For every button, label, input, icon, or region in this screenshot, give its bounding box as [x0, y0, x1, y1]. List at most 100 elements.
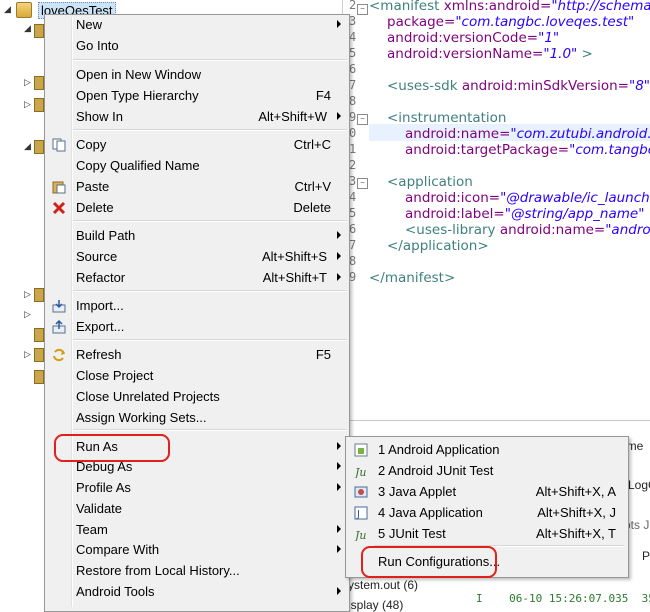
code-line: android:label="@string/app_name" >: [405, 206, 650, 222]
menu-item-copy-qualified-name[interactable]: Copy Qualified Name: [46, 156, 347, 176]
tree-arrow-icon[interactable]: ▷: [24, 78, 32, 87]
tree-arrow-icon[interactable]: ◢: [24, 24, 32, 33]
menu-separator: [73, 290, 347, 292]
tree-arrow-icon[interactable]: ▷: [24, 100, 32, 109]
xml-editor[interactable]: 2 3 4 5 6 7 8 9 0 1 2 3 4 5 6 7 8 9 − <manifest xmlns:and…: [342, 0, 650, 420]
menu-item-close-project[interactable]: Close Project: [46, 366, 347, 386]
menu-item-show-in[interactable]: Show In Alt+Shift+W: [46, 107, 347, 127]
junit-icon: Ju: [353, 464, 368, 479]
code-line: android:versionName="1.0" >: [387, 46, 593, 62]
column-header: P: [642, 549, 650, 563]
submenu-item-label: 4 Java Application: [378, 505, 483, 520]
menu-item-shortcut: Ctrl+C: [293, 137, 331, 152]
run-as-annotation: [54, 434, 170, 462]
code-line: android:versionCode="1": [387, 30, 560, 46]
tab-logcat[interactable]: LogC: [628, 478, 650, 492]
line-number: 8: [349, 94, 357, 108]
menu-item-label: Assign Working Sets...: [76, 410, 207, 425]
menu-item-team[interactable]: Team: [46, 520, 347, 540]
fold-icon[interactable]: −: [357, 114, 368, 125]
submenu-arrow-icon: [337, 442, 341, 450]
code-line: <instrumentation: [387, 110, 507, 126]
line-number: 6: [349, 62, 357, 76]
submenu-arrow-icon: [337, 483, 341, 491]
submenu-arrow-icon: [337, 587, 341, 595]
menu-item-profile-as[interactable]: Profile As: [46, 478, 347, 498]
menu-item-label: Open in New Window: [76, 67, 201, 82]
copy-icon: [52, 138, 66, 152]
tree-arrow-icon[interactable]: ▷: [24, 290, 32, 299]
menu-item-build-path[interactable]: Build Path: [46, 226, 347, 246]
menu-item-copy[interactable]: Copy Ctrl+C: [46, 135, 347, 155]
line-number: 5: [349, 46, 357, 60]
menu-item-open-type-hierarchy[interactable]: Open Type Hierarchy F4: [46, 86, 347, 106]
menu-item-export[interactable]: Export...: [46, 317, 347, 337]
line-number: 9: [349, 110, 357, 124]
submenu-item-shortcut: Alt+Shift+X, A: [535, 484, 616, 499]
menu-item-paste[interactable]: Paste Ctrl+V: [46, 177, 347, 197]
code-line: <uses-library android:name="androi: [405, 222, 650, 238]
line-number: 7: [349, 238, 357, 252]
tree-arrow-icon[interactable]: ◢: [24, 142, 32, 151]
collapse-arrow-icon[interactable]: ◢: [4, 4, 11, 15]
menu-item-refresh[interactable]: Refresh F5: [46, 345, 347, 365]
submenu-item-5-junit-test[interactable]: Ju 5 JUnit Test Alt+Shift+X, T: [348, 524, 624, 544]
package-icon: [34, 370, 44, 384]
line-number: 8: [349, 254, 357, 268]
code-line: android:name="com.zutubi.android.j: [405, 126, 650, 142]
menu-item-refactor[interactable]: Refactor Alt+Shift+T: [46, 268, 347, 288]
submenu-item-2-android-junit-test[interactable]: Ju 2 Android JUnit Test: [348, 461, 624, 481]
submenu-item-4-java-application[interactable]: J 4 Java Application Alt+Shift+X, J: [348, 503, 624, 523]
menu-item-go-into[interactable]: Go Into: [46, 36, 347, 56]
menu-separator: [73, 129, 347, 131]
menu-item-shortcut: Ctrl+V: [294, 179, 331, 194]
logcat-row: I 06-10 15:26:07.035 356: [476, 592, 650, 605]
submenu-arrow-icon: [337, 20, 341, 28]
menu-item-close-unrelated-projects[interactable]: Close Unrelated Projects: [46, 387, 347, 407]
context-menu: New Go Into Open in New Window Open Type Hi…: [44, 14, 350, 612]
menu-item-label: Paste: [76, 179, 110, 194]
menu-item-import[interactable]: Import...: [46, 296, 347, 316]
menu-item-label: Import...: [76, 298, 124, 313]
menu-item-shortcut: Delete: [293, 200, 331, 215]
menu-item-compare-with[interactable]: Compare With: [46, 540, 347, 560]
menu-item-shortcut: Alt+Shift+S: [261, 249, 327, 264]
submenu-item-3-java-applet[interactable]: 3 Java Applet Alt+Shift+X, A: [348, 482, 624, 502]
tree-arrow-icon[interactable]: ▷: [24, 350, 32, 359]
submenu-arrow-icon: [337, 231, 341, 239]
menu-item-restore-from-local-history[interactable]: Restore from Local History...: [46, 561, 347, 581]
line-number: 7: [349, 78, 357, 92]
submenu-item-1-android-application[interactable]: 1 Android Application: [348, 440, 624, 460]
menu-item-android-tools[interactable]: Android Tools: [46, 582, 347, 602]
menu-item-delete[interactable]: Delete Delete: [46, 198, 347, 218]
filter-system-out[interactable]: ystem.out (6): [348, 578, 418, 592]
tree-arrow-icon[interactable]: ▷: [24, 310, 32, 319]
line-number: 2: [349, 0, 357, 12]
menu-item-label: Copy Qualified Name: [76, 158, 200, 173]
fold-icon[interactable]: −: [357, 4, 368, 15]
code-line: android:targetPackage="com.tangbc: [405, 142, 650, 158]
code-line: <uses-sdk android:minSdkVersion="8": [387, 78, 650, 94]
delete-icon: [52, 201, 66, 215]
menu-item-label: Refresh: [76, 347, 122, 362]
menu-item-label: Show In: [76, 109, 123, 124]
applet-icon: [354, 485, 368, 499]
menu-item-assign-working-sets[interactable]: Assign Working Sets...: [46, 408, 347, 428]
menu-item-label: Build Path: [76, 228, 136, 243]
line-number: 0: [349, 126, 357, 140]
code-line: </manifest>: [369, 270, 456, 286]
menu-item-source[interactable]: Source Alt+Shift+S: [46, 247, 347, 267]
code-line: <application: [387, 174, 473, 190]
menu-item-label: Delete: [76, 200, 114, 215]
line-number: 5: [349, 206, 357, 220]
menu-item-validate[interactable]: Validate: [46, 499, 347, 519]
android-app-icon: [354, 443, 368, 457]
fold-icon[interactable]: −: [357, 178, 368, 189]
menu-item-open-in-new-window[interactable]: Open in New Window: [46, 65, 347, 85]
menu-item-shortcut: F5: [315, 347, 331, 362]
menu-item-new[interactable]: New: [46, 15, 347, 35]
menu-separator: [73, 220, 347, 222]
line-number: 4: [349, 190, 357, 204]
code-line: <manifest xmlns:android="http://schemas: [369, 0, 650, 14]
submenu-item-shortcut: Alt+Shift+X, J: [537, 505, 616, 520]
